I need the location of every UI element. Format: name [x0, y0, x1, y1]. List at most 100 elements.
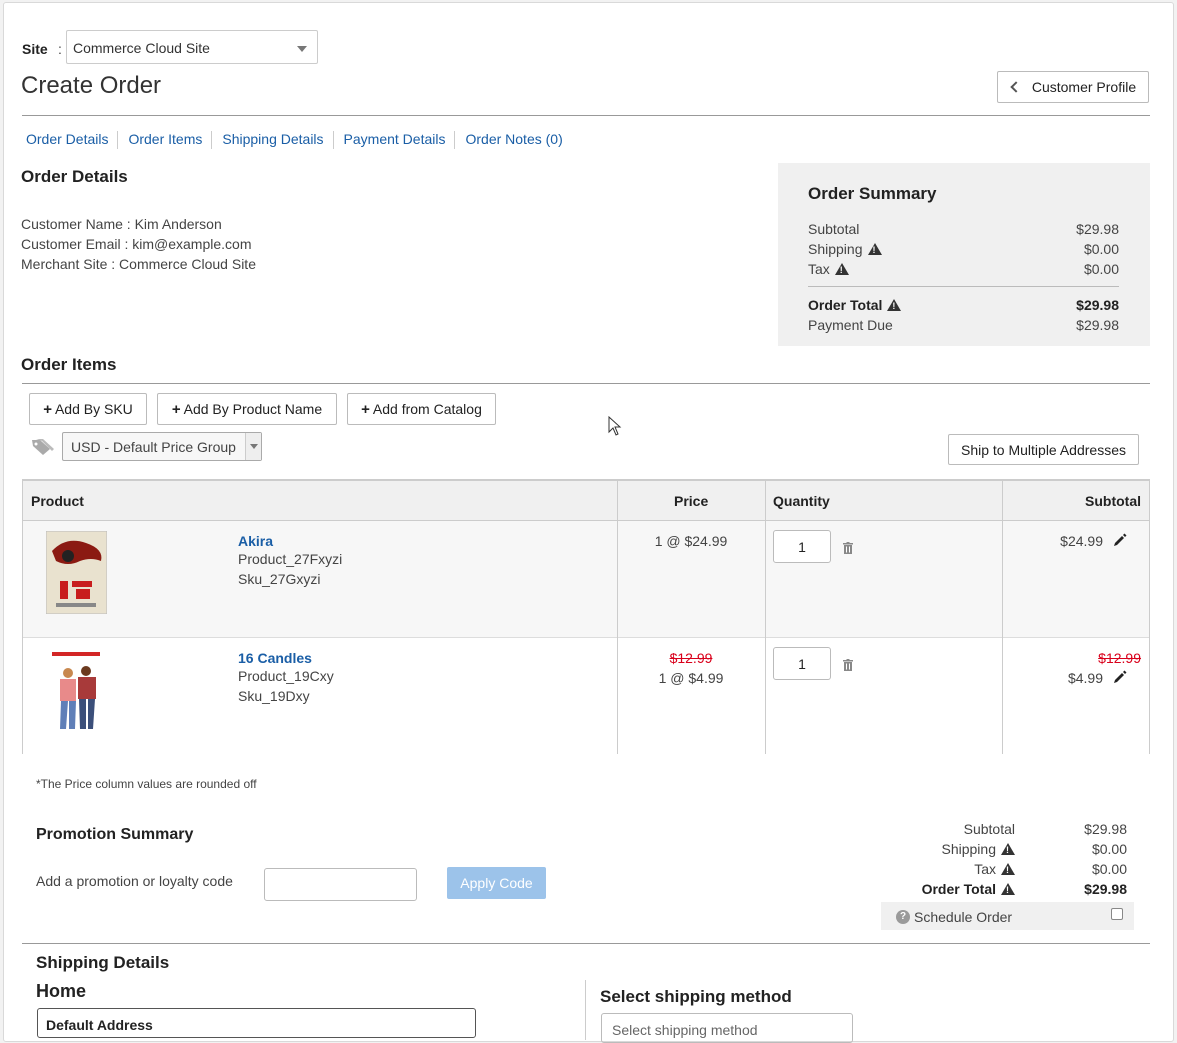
chevron-left-icon	[1010, 81, 1022, 93]
totals-shipping-text: Shipping	[941, 841, 997, 857]
warning-icon	[1001, 843, 1015, 855]
subtotal-cell: $24.99	[1060, 531, 1103, 551]
shipping-method-value: Select shipping method	[612, 1022, 758, 1038]
chevron-down-icon	[297, 46, 307, 52]
column-divider	[585, 980, 586, 1040]
totals-tax-text: Tax	[974, 861, 996, 877]
summary-subtotal-value: $29.98	[1076, 221, 1119, 237]
price-group-select[interactable]: USD - Default Price Group	[62, 432, 262, 461]
tab-order-notes[interactable]: Order Notes (0)	[461, 131, 571, 149]
default-address-value: Default Address	[46, 1017, 153, 1033]
price-cell: $12.99 1 @ $4.99	[617, 648, 765, 688]
site-colon: :	[58, 41, 62, 57]
product-id: Product_19Cxy	[238, 668, 334, 684]
tab-payment-details[interactable]: Payment Details	[340, 131, 456, 149]
summary-total-value: $29.98	[1076, 297, 1119, 313]
trash-icon[interactable]	[843, 659, 853, 671]
help-icon[interactable]: ?	[896, 910, 910, 924]
merchant-site: Merchant Site : Commerce Cloud Site	[21, 256, 256, 272]
plus-icon: +	[43, 400, 52, 418]
column-divider	[617, 481, 618, 754]
customer-profile-label: Customer Profile	[1031, 79, 1137, 95]
summary-total-label: Order Total	[808, 297, 883, 313]
item-price: 1 @ $24.99	[654, 533, 728, 549]
shipping-method-select[interactable]: Select shipping method	[601, 1013, 853, 1043]
totals-shipping-value: $0.00	[1091, 841, 1127, 857]
add-from-catalog-label: Add from Catalog	[372, 401, 482, 417]
col-product: Product	[31, 493, 84, 509]
mouse-cursor-icon	[608, 416, 622, 436]
quantity-input[interactable]: 1	[773, 647, 831, 680]
schedule-order-label: Schedule Order	[914, 909, 1013, 925]
customer-email: Customer Email : kim@example.com	[21, 236, 252, 252]
col-quantity: Quantity	[773, 493, 830, 509]
col-subtotal: Subtotal	[1085, 493, 1141, 509]
table-row	[23, 521, 1149, 638]
add-by-name-label: Add By Product Name	[183, 401, 323, 417]
totals-total-text: Order Total	[921, 881, 996, 897]
price-tag-icon	[32, 439, 54, 455]
site-select[interactable]: Commerce Cloud Site	[66, 30, 318, 64]
summary-tax-row: Tax $0.00	[808, 261, 1119, 277]
totals-shipping-label: Shipping	[941, 841, 1015, 857]
shipping-address-title: Home	[36, 981, 87, 1001]
summary-shipping-value: $0.00	[1083, 241, 1119, 257]
column-divider	[765, 481, 766, 754]
summary-shipping-label: Shipping	[808, 241, 863, 257]
tab-order-items[interactable]: Order Items	[124, 131, 213, 149]
summary-due-value: $29.98	[1076, 317, 1119, 333]
add-by-sku-label: Add By SKU	[54, 401, 133, 417]
divider	[22, 383, 1150, 384]
add-by-sku-button[interactable]: + Add By SKU	[29, 393, 147, 425]
table-header: Product Price Quantity Subtotal	[23, 481, 1149, 521]
subtotal-cell: $4.99	[1068, 668, 1103, 688]
ship-multiple-label: Ship to Multiple Addresses	[961, 441, 1126, 458]
warning-icon	[1001, 883, 1015, 895]
product-name-link[interactable]: Akira	[238, 533, 342, 549]
product-image-akira	[46, 531, 107, 614]
item-original-subtotal: $12.99	[1098, 650, 1141, 666]
totals-tax-value: $0.00	[1091, 861, 1127, 877]
trash-icon[interactable]	[843, 542, 853, 554]
customer-profile-button[interactable]: Customer Profile	[997, 71, 1149, 103]
warning-icon	[887, 299, 902, 311]
default-address-select[interactable]: Default Address	[37, 1008, 476, 1038]
totals-total-value: $29.98	[1084, 881, 1127, 897]
order-summary-panel: Order Summary Subtotal $29.98 Shipping $…	[778, 163, 1150, 346]
customer-name: Customer Name : Kim Anderson	[21, 216, 222, 232]
summary-tax-label: Tax	[808, 261, 830, 277]
summary-shipping-row: Shipping $0.00	[808, 241, 1119, 257]
divider	[22, 115, 1150, 116]
warning-icon	[867, 243, 882, 255]
totals-subtotal-value: $29.98	[1084, 821, 1127, 837]
divider	[22, 943, 1150, 944]
tab-shipping-details[interactable]: Shipping Details	[218, 131, 334, 149]
edit-pencil-icon[interactable]	[1113, 670, 1127, 684]
product-id: Product_27Fxyzi	[238, 551, 343, 567]
promotion-code-input[interactable]	[264, 868, 417, 901]
item-price: 1 @ $4.99	[658, 670, 724, 686]
page-title: Create Order	[21, 72, 162, 99]
customer-info: Customer Name : Kim Anderson Customer Em…	[21, 214, 256, 274]
apply-code-button[interactable]: Apply Code	[447, 867, 546, 899]
totals-tax-label: Tax	[974, 861, 1015, 877]
summary-subtotal-row: Subtotal $29.98	[808, 221, 1119, 237]
product-image-16-candles	[46, 649, 106, 737]
product-name-link[interactable]: 16 Candles	[238, 650, 334, 666]
ship-to-multiple-addresses-button[interactable]: Ship to Multiple Addresses	[948, 434, 1139, 465]
add-by-product-name-button[interactable]: + Add By Product Name	[157, 393, 337, 425]
edit-pencil-icon[interactable]	[1113, 533, 1127, 547]
summary-due-label: Payment Due	[808, 317, 893, 333]
col-price: Price	[674, 493, 709, 509]
site-label: Site	[22, 41, 48, 57]
add-from-catalog-button[interactable]: + Add from Catalog	[347, 393, 496, 425]
summary-due-row: Payment Due $29.98	[808, 317, 1119, 333]
promotion-summary-heading: Promotion Summary	[36, 826, 194, 843]
shipping-details-heading: Shipping Details	[36, 953, 170, 972]
tab-order-details[interactable]: Order Details	[22, 131, 119, 149]
product-sku: Sku_19Dxy	[238, 688, 310, 704]
schedule-order-checkbox[interactable]	[1111, 908, 1123, 920]
quantity-input[interactable]: 1	[773, 530, 831, 563]
totals-total-label: Order Total	[922, 881, 1015, 897]
warning-icon	[1001, 863, 1015, 875]
